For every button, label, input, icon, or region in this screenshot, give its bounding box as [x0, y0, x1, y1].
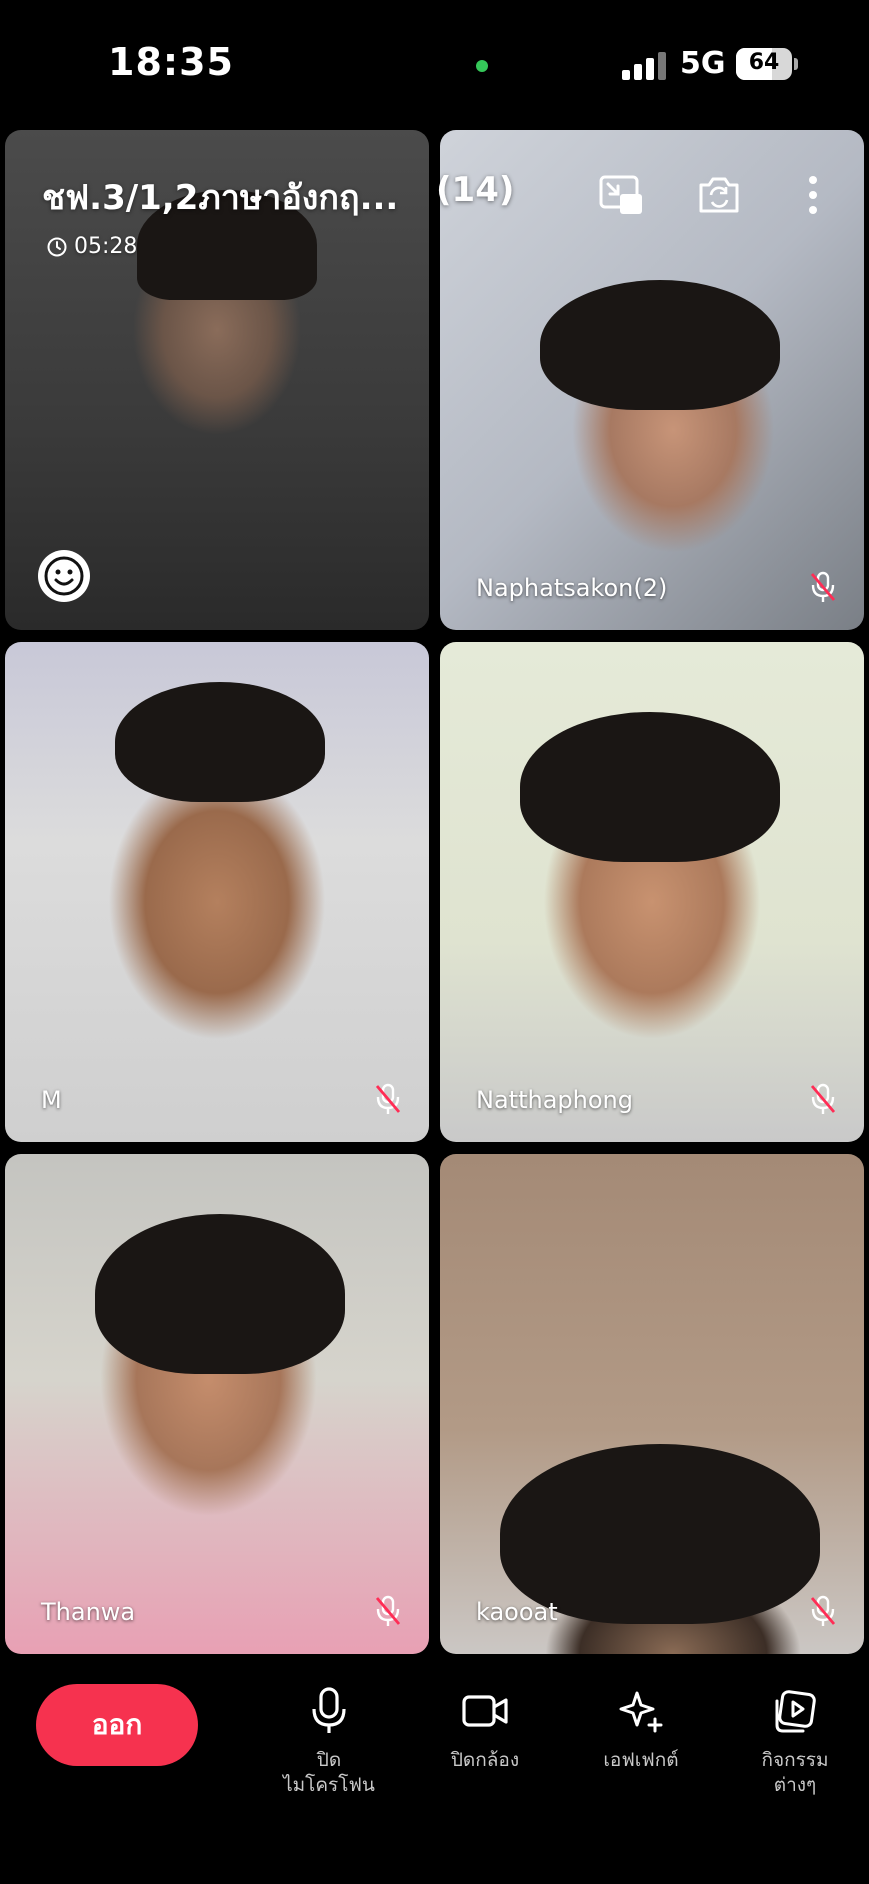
more-vertical-icon — [809, 176, 817, 214]
camera-in-use-indicator — [476, 60, 488, 72]
participant-video — [95, 1214, 345, 1374]
participant-video — [500, 1444, 820, 1624]
battery-tip — [794, 58, 798, 70]
participant-count[interactable]: (14) — [436, 170, 514, 210]
status-time: 18:35 — [108, 40, 234, 84]
clock-icon — [47, 237, 67, 256]
mute-mic-label: ปิด ไมโครโฟน — [283, 1749, 375, 1796]
picture-in-picture-icon — [599, 175, 642, 214]
call-controls: ออก ปิด ไมโครโฟน ปิดกล้อง เอฟเฟกต์ กิจกร… — [0, 1660, 869, 1884]
switch-camera-button[interactable] — [694, 170, 744, 220]
participant-name: kaooat — [476, 1598, 558, 1626]
signal-icon — [622, 52, 668, 80]
participant-name: Thanwa — [41, 1598, 136, 1626]
effects-button[interactable]: เอฟเฟกต์ — [576, 1684, 706, 1773]
network-type: 5G — [680, 46, 726, 81]
video-tile-m[interactable]: M — [5, 642, 429, 1142]
participant-video — [520, 712, 780, 862]
video-tile-natthaphong[interactable]: Natthaphong — [440, 642, 864, 1142]
camera-off-label: ปิดกล้อง — [450, 1749, 520, 1771]
activities-label: กิจกรรม ต่างๆ — [761, 1749, 829, 1796]
participant-name: M — [41, 1086, 62, 1114]
mic-off-icon — [810, 1595, 836, 1626]
status-bar: 18:35 5G 64 — [0, 0, 869, 120]
activities-button[interactable]: กิจกรรม ต่างๆ — [730, 1684, 860, 1798]
sparkle-icon — [614, 1684, 668, 1738]
mic-off-icon — [810, 571, 836, 602]
leave-call-button[interactable]: ออก — [36, 1684, 198, 1766]
video-tile-thanwa[interactable]: Thanwa — [5, 1154, 429, 1654]
microphone-icon — [302, 1684, 356, 1738]
activities-icon — [768, 1684, 822, 1738]
battery-icon: 64 — [736, 48, 792, 80]
mic-off-icon — [810, 1083, 836, 1114]
room-title[interactable]: ชฟ.3/1,2ภาษาอังกฤ... — [42, 170, 398, 224]
mute-mic-button[interactable]: ปิด ไมโครโฟน — [264, 1684, 394, 1798]
video-camera-icon — [458, 1684, 512, 1738]
participant-video — [115, 682, 325, 802]
more-options-button[interactable] — [788, 170, 838, 220]
mic-off-icon — [375, 1083, 401, 1114]
switch-camera-icon — [699, 177, 739, 213]
call-timer: 05:28 — [46, 234, 137, 259]
battery-level: 64 — [748, 50, 780, 75]
effects-label: เอฟเฟกต์ — [603, 1749, 679, 1771]
participant-video — [540, 280, 780, 410]
elapsed-time: 05:28 — [74, 234, 138, 259]
smiley-icon — [44, 556, 84, 596]
reaction-button[interactable] — [38, 550, 90, 602]
camera-off-button[interactable]: ปิดกล้อง — [420, 1684, 550, 1773]
participant-name: Natthaphong — [476, 1086, 633, 1114]
participant-name: Naphatsakon(2) — [476, 574, 668, 602]
video-tile-kaooat[interactable]: kaooat — [440, 1154, 864, 1654]
minimize-button[interactable] — [596, 170, 646, 220]
call-header: ชฟ.3/1,2ภาษาอังกฤ... (14) 05:28 — [0, 130, 869, 270]
mic-off-icon — [375, 1595, 401, 1626]
